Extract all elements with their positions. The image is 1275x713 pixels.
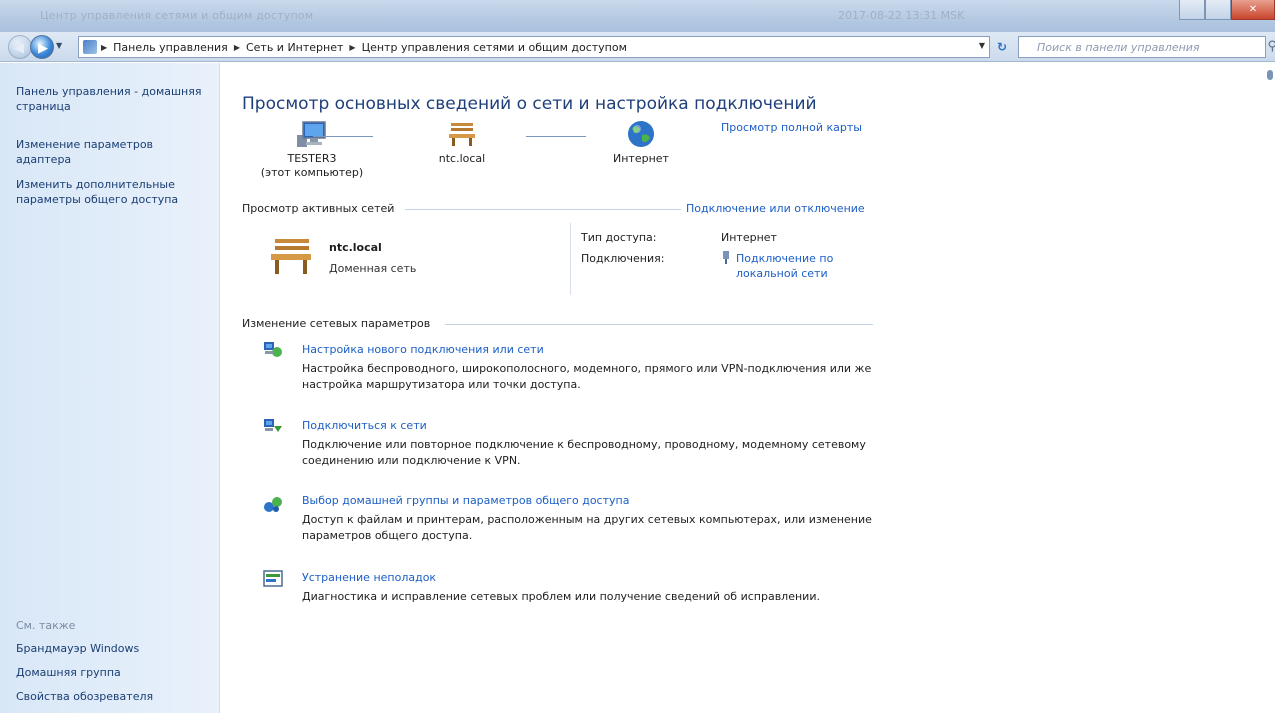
computer-icon xyxy=(297,121,326,147)
address-bar[interactable]: ▶ Панель управления ▶ Сеть и Интернет ▶ … xyxy=(78,36,990,58)
task-connect-network-desc: Подключение или повторное подключение к … xyxy=(302,438,866,467)
map-node-domain: ntc.local xyxy=(402,119,522,166)
main-content: Просмотр основных сведений о сети и наст… xyxy=(221,63,1275,713)
close-button[interactable] xyxy=(1231,0,1275,20)
computer-sublabel: (этот компьютер) xyxy=(260,166,364,179)
homegroup-icon[interactable] xyxy=(263,494,283,514)
map-node-computer: TESTER3 (этот компьютер) xyxy=(252,119,372,180)
maximize-button[interactable] xyxy=(1205,0,1231,20)
internet-label: Интернет xyxy=(613,152,669,165)
back-arrow-icon: ◀ xyxy=(14,41,24,56)
page-title: Просмотр основных сведений о сети и наст… xyxy=(242,94,817,114)
breadcrumb-control-panel[interactable]: Панель управления xyxy=(113,41,228,55)
connections-label: Подключения: xyxy=(581,252,665,265)
history-dropdown-icon[interactable]: ▼ xyxy=(56,41,62,50)
scrollbar-marker-icon xyxy=(1267,70,1273,80)
window-stamp: 2017-08-22 13:31 MSK xyxy=(838,9,965,22)
map-connection-line xyxy=(526,136,586,137)
search-placeholder: Поиск в панели управления xyxy=(1037,41,1200,54)
task-new-connection-link[interactable]: Настройка нового подключения или сети xyxy=(302,343,544,356)
connect-network-icon[interactable] xyxy=(263,416,283,436)
connect-disconnect-link[interactable]: Подключение или отключение xyxy=(686,202,865,215)
window-controls xyxy=(1179,0,1275,20)
sidebar-item-home[interactable]: Панель управления - домашняя страница xyxy=(16,84,211,114)
task-homegroup-link[interactable]: Выбор домашней группы и параметров общег… xyxy=(302,494,629,507)
network-type[interactable]: Доменная сеть xyxy=(329,262,416,275)
refresh-icon[interactable]: ↻ xyxy=(997,40,1007,54)
view-full-map-link[interactable]: Просмотр полной карты xyxy=(721,121,862,134)
access-type-value: Интернет xyxy=(721,231,777,244)
settings-heading: Изменение сетевых параметров xyxy=(242,317,431,330)
divider xyxy=(405,209,681,210)
divider xyxy=(570,223,571,295)
globe-icon xyxy=(628,121,654,147)
new-connection-icon[interactable] xyxy=(263,339,283,359)
bench-icon xyxy=(271,239,311,274)
minimize-button[interactable] xyxy=(1179,0,1205,20)
task-homegroup-desc: Доступ к файлам и принтерам, расположенн… xyxy=(302,513,872,542)
forward-arrow-icon: ▶ xyxy=(38,41,48,56)
chevron-right-icon[interactable]: ▶ xyxy=(101,41,107,55)
task-new-connection-desc: Настройка беспроводного, широкополосного… xyxy=(302,362,872,391)
search-input[interactable]: Поиск в панели управления ⚲ xyxy=(1018,36,1275,58)
troubleshoot-icon[interactable] xyxy=(263,569,283,589)
breadcrumb-network-center[interactable]: Центр управления сетями и общим доступом xyxy=(362,41,627,55)
breadcrumb: ▶ Панель управления ▶ Сеть и Интернет ▶ … xyxy=(101,41,627,55)
chevron-right-icon[interactable]: ▶ xyxy=(349,41,355,55)
local-connection-link[interactable]: Подключение по локальной сети xyxy=(736,251,876,281)
forward-button[interactable]: ▶ xyxy=(30,35,54,59)
computer-name: TESTER3 xyxy=(287,152,337,165)
title-bar: Центр управления сетями и общим доступом… xyxy=(0,0,1275,32)
see-also-homegroup[interactable]: Домашняя группа xyxy=(16,665,211,680)
access-type-label: Тип доступа: xyxy=(581,231,657,244)
sidebar-item-sharing[interactable]: Изменить дополнительные параметры общего… xyxy=(16,177,211,207)
task-connect-network-link[interactable]: Подключиться к сети xyxy=(302,419,427,432)
domain-name: ntc.local xyxy=(438,152,486,165)
window-title: Центр управления сетями и общим доступом xyxy=(40,9,314,22)
see-also-browser-props[interactable]: Свойства обозревателя xyxy=(16,689,211,704)
see-also-firewall[interactable]: Брандмауэр Windows xyxy=(16,641,211,656)
task-troubleshoot-link[interactable]: Устранение неполадок xyxy=(302,571,436,584)
map-connection-line xyxy=(313,136,373,137)
bench-icon xyxy=(449,123,475,146)
network-name: ntc.local xyxy=(329,241,382,254)
map-node-internet: Интернет xyxy=(581,119,701,166)
active-networks-heading: Просмотр активных сетей xyxy=(242,202,395,215)
chevron-right-icon[interactable]: ▶ xyxy=(234,41,240,55)
address-dropdown-icon[interactable]: ▼ xyxy=(979,41,985,50)
see-also-heading: См. также xyxy=(16,619,76,632)
control-panel-icon xyxy=(83,40,97,54)
sidebar: Панель управления - домашняя страница Из… xyxy=(0,63,220,713)
divider xyxy=(445,324,873,325)
navigation-bar: ◀ ▶ ▼ ▶ Панель управления ▶ Сеть и Интер… xyxy=(0,32,1275,62)
back-button[interactable]: ◀ xyxy=(8,35,32,59)
breadcrumb-network-internet[interactable]: Сеть и Интернет xyxy=(246,41,343,55)
sidebar-item-adapter[interactable]: Изменение параметров адаптера xyxy=(16,137,211,167)
task-troubleshoot-desc: Диагностика и исправление сетевых пробле… xyxy=(302,590,820,603)
search-icon[interactable]: ⚲ xyxy=(1267,39,1275,54)
ethernet-icon xyxy=(723,251,729,264)
